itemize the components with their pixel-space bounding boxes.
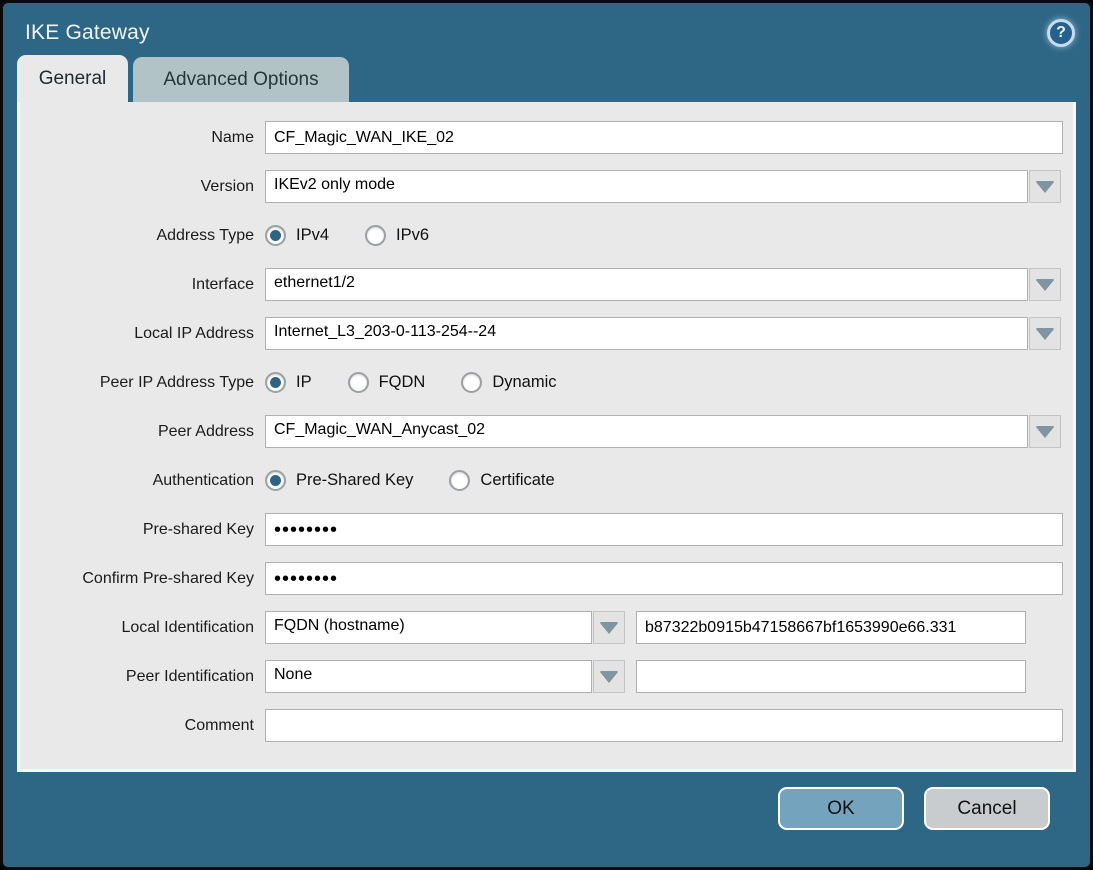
ipv4-radio-label: IPv4 [296,226,329,245]
ip-radio-label: IP [296,373,312,392]
peer-ip-address-type-label: Peer IP Address Type [20,374,254,392]
peer-address-label: Peer Address [20,423,254,441]
confirm-pre-shared-key-input[interactable] [265,562,1063,595]
cancel-button[interactable]: Cancel [924,787,1050,830]
row-peer-ip-address-type: Peer IP Address Type IP FQDN Dynamic [20,366,1073,399]
comment-label: Comment [20,717,254,735]
radio-dot [353,377,364,388]
local-ip-address-value[interactable]: Internet_L3_203-0-113-254--24 [265,317,1028,350]
radio-option-pre-shared-key: Pre-Shared Key [265,470,413,491]
radio-option-ip: IP [265,372,312,393]
titlebar: IKE Gateway ? [3,3,1090,55]
ipv6-radio-label: IPv6 [396,226,429,245]
local-ip-address-dropdown-button[interactable] [1029,317,1061,350]
row-address-type: Address Type IPv4 IPv6 [20,219,1073,252]
pre-shared-key-input[interactable] [265,513,1063,546]
fqdn-radio-label: FQDN [379,373,426,392]
chevron-down-icon [1036,181,1054,192]
ipv4-radio[interactable] [265,225,286,246]
radio-dot [270,475,281,486]
radio-dot [454,475,465,486]
ipv6-radio[interactable] [365,225,386,246]
authentication-label: Authentication [20,472,254,490]
name-input[interactable] [265,121,1063,154]
version-dropdown-button[interactable] [1029,170,1061,203]
radio-dot [270,230,281,241]
row-comment: Comment [20,709,1073,742]
radio-option-ipv4: IPv4 [265,225,329,246]
chevron-down-icon [600,671,618,682]
radio-dot [370,230,381,241]
address-type-label: Address Type [20,227,254,245]
footer: OK Cancel [3,772,1090,830]
row-name: Name [20,121,1073,154]
local-ip-address-label: Local IP Address [20,325,254,343]
radio-option-fqdn: FQDN [348,372,426,393]
peer-identification-type-dropdown: None [265,660,625,693]
interface-value[interactable]: ethernet1/2 [265,268,1028,301]
name-label: Name [20,129,254,147]
dialog-title: IKE Gateway [25,21,150,45]
version-label: Version [20,178,254,196]
chevron-down-icon [600,622,618,633]
pre-shared-key-label: Pre-shared Key [20,521,254,539]
certificate-radio[interactable] [449,470,470,491]
comment-input[interactable] [265,709,1063,742]
row-confirm-pre-shared-key: Confirm Pre-shared Key [20,562,1073,595]
radio-option-certificate: Certificate [449,470,554,491]
dynamic-radio-label: Dynamic [492,373,556,392]
tab-general[interactable]: General [17,55,128,102]
peer-identification-type-value[interactable]: None [265,660,592,693]
peer-identification-value-input[interactable] [636,660,1026,693]
radio-option-ipv6: IPv6 [365,225,429,246]
tab-advanced-options[interactable]: Advanced Options [133,57,349,102]
address-type-radio-group: IPv4 IPv6 [265,225,465,246]
certificate-radio-label: Certificate [480,471,554,490]
interface-dropdown: ethernet1/2 [265,268,1061,301]
row-version: Version IKEv2 only mode [20,170,1073,203]
radio-dot [466,377,477,388]
version-value[interactable]: IKEv2 only mode [265,170,1028,203]
row-interface: Interface ethernet1/2 [20,268,1073,301]
local-identification-dropdown-button[interactable] [593,611,625,644]
interface-label: Interface [20,276,254,294]
authentication-radio-group: Pre-Shared Key Certificate [265,470,591,491]
ike-gateway-dialog: IKE Gateway ? General Advanced Options N… [0,0,1093,870]
tab-bar: General Advanced Options [3,55,1090,102]
row-local-ip-address: Local IP Address Internet_L3_203-0-113-2… [20,317,1073,350]
local-identification-type-dropdown: FQDN (hostname) [265,611,625,644]
pre-shared-key-radio[interactable] [265,470,286,491]
ok-button[interactable]: OK [778,787,904,830]
peer-identification-label: Peer Identification [20,668,254,686]
radio-dot [270,377,281,388]
version-dropdown: IKEv2 only mode [265,170,1061,203]
local-identification-label: Local Identification [20,619,254,637]
local-identification-value-input[interactable] [636,611,1026,644]
row-authentication: Authentication Pre-Shared Key Certificat… [20,464,1073,497]
peer-ip-address-type-radio-group: IP FQDN Dynamic [265,372,593,393]
ip-radio[interactable] [265,372,286,393]
peer-identification-dropdown-button[interactable] [593,660,625,693]
peer-address-dropdown: CF_Magic_WAN_Anycast_02 [265,415,1061,448]
row-local-identification: Local Identification FQDN (hostname) [20,611,1073,644]
row-peer-address: Peer Address CF_Magic_WAN_Anycast_02 [20,415,1073,448]
interface-dropdown-button[interactable] [1029,268,1061,301]
local-identification-type-value[interactable]: FQDN (hostname) [265,611,592,644]
peer-address-value[interactable]: CF_Magic_WAN_Anycast_02 [265,415,1028,448]
help-icon[interactable]: ? [1047,19,1075,47]
dynamic-radio[interactable] [461,372,482,393]
general-tab-panel: Name Version IKEv2 only mode Address Typ… [17,102,1076,772]
row-peer-identification: Peer Identification None [20,660,1073,693]
pre-shared-key-radio-label: Pre-Shared Key [296,471,413,490]
radio-option-dynamic: Dynamic [461,372,556,393]
chevron-down-icon [1036,328,1054,339]
chevron-down-icon [1036,426,1054,437]
row-pre-shared-key: Pre-shared Key [20,513,1073,546]
local-ip-address-dropdown: Internet_L3_203-0-113-254--24 [265,317,1061,350]
chevron-down-icon [1036,279,1054,290]
fqdn-radio[interactable] [348,372,369,393]
confirm-pre-shared-key-label: Confirm Pre-shared Key [20,570,254,588]
peer-address-dropdown-button[interactable] [1029,415,1061,448]
